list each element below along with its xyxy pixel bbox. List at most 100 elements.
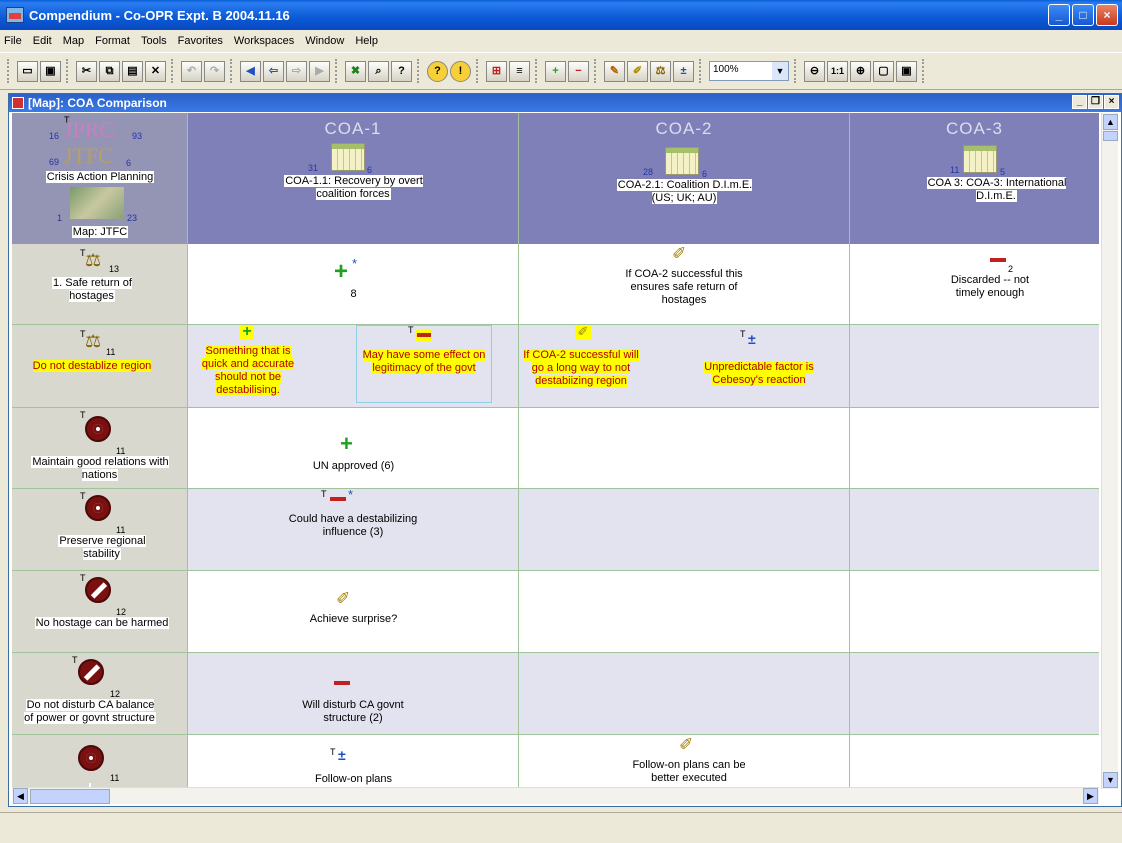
zoom-out-icon[interactable]: ⊖ xyxy=(804,60,825,82)
target-goal-icon[interactable] xyxy=(85,495,111,521)
toolbar-grip[interactable] xyxy=(230,59,235,83)
chevron-down-icon[interactable]: ▼ xyxy=(772,62,788,80)
note-node-icon[interactable]: ✐ xyxy=(336,589,350,609)
zoom-select[interactable]: 100% ▼ xyxy=(709,61,789,81)
pro-node-icon[interactable]: + xyxy=(340,433,353,455)
zoom-one-to-one-button[interactable]: 1:1 xyxy=(827,60,848,82)
toolbar-grip[interactable] xyxy=(335,59,340,83)
redo-icon[interactable]: ↷ xyxy=(204,60,225,82)
menu-file[interactable]: File xyxy=(4,35,22,47)
toolbar-grip[interactable] xyxy=(535,59,540,83)
jprc-logo[interactable]: JPRC xyxy=(64,117,114,143)
toolbar-grip[interactable] xyxy=(699,59,704,83)
save-icon[interactable]: ▣ xyxy=(40,60,61,82)
pro-node-icon[interactable]: + xyxy=(545,60,566,82)
no-entry-constraint-icon[interactable] xyxy=(78,659,104,685)
cut-icon[interactable]: ✂ xyxy=(76,60,97,82)
menu-map[interactable]: Map xyxy=(63,35,84,47)
scroll-left-icon[interactable]: ◀ xyxy=(13,788,28,804)
toolbar-grip[interactable] xyxy=(594,59,599,83)
list-node-icon[interactable]: ≡ xyxy=(509,60,530,82)
criterion-cell: 11 xyxy=(12,735,188,789)
zoom-in-icon[interactable]: ⊕ xyxy=(850,60,871,82)
menu-workspaces[interactable]: Workspaces xyxy=(234,35,294,47)
menu-favorites[interactable]: Favorites xyxy=(178,35,223,47)
search-icon[interactable]: ⌕ xyxy=(368,60,389,82)
menu-help[interactable]: Help xyxy=(355,35,378,47)
fit-page-icon[interactable]: ▢ xyxy=(873,60,894,82)
menu-tools[interactable]: Tools xyxy=(141,35,167,47)
help-pointer-icon[interactable]: ? xyxy=(391,60,412,82)
open-folder-icon[interactable]: ▭ xyxy=(17,60,38,82)
delete-icon[interactable]: ✕ xyxy=(145,60,166,82)
menu-format[interactable]: Format xyxy=(95,35,130,47)
toolbar-grip[interactable] xyxy=(171,59,176,83)
con-node-icon[interactable] xyxy=(416,329,432,341)
map-node-icon[interactable]: ⊞ xyxy=(486,60,507,82)
scroll-up-icon[interactable]: ▲ xyxy=(1103,114,1118,130)
target-goal-icon[interactable] xyxy=(85,416,111,442)
coa-3-discarded-note: Discarded -- not timely enough xyxy=(950,274,1030,299)
map-thumbnail-icon[interactable] xyxy=(70,187,124,219)
next-icon[interactable]: ⇨ xyxy=(286,60,307,82)
toolbar-grip[interactable] xyxy=(66,59,71,83)
map-restore-button[interactable]: ❐ xyxy=(1088,95,1103,109)
map-icon[interactable]: ✖ xyxy=(345,60,366,82)
focus-node-icon[interactable]: ▣ xyxy=(896,60,917,82)
maximize-button[interactable]: □ xyxy=(1072,4,1094,26)
note-node-icon[interactable]: ✐ xyxy=(627,60,648,82)
reference-node-icon[interactable]: ✎ xyxy=(604,60,625,82)
jtfc-logo[interactable]: JTFC xyxy=(64,143,113,169)
argument-node-icon[interactable]: ± xyxy=(673,60,694,82)
toolbar-grip[interactable] xyxy=(7,59,12,83)
horizontal-scroll-thumb[interactable] xyxy=(30,789,110,804)
decision-node-icon[interactable]: ⚖ xyxy=(85,331,101,352)
map-minimize-button[interactable]: _ xyxy=(1072,95,1087,109)
horizontal-scrollbar[interactable]: ◀ ▶ xyxy=(12,787,1099,804)
con-node-icon[interactable] xyxy=(330,497,346,501)
toolbar-grip[interactable] xyxy=(794,59,799,83)
scroll-right-icon[interactable]: ▶ xyxy=(1083,788,1098,804)
note-node-icon[interactable]: ✐ xyxy=(575,325,591,339)
note-label: Achieve surprise? xyxy=(309,613,398,625)
question-node-icon[interactable]: ? xyxy=(427,60,448,82)
copy-icon[interactable]: ⧉ xyxy=(99,60,120,82)
coa-3-node-icon[interactable] xyxy=(963,145,997,173)
decision-node-icon[interactable]: ⚖ xyxy=(650,60,671,82)
con-node-icon[interactable]: − xyxy=(568,60,589,82)
paste-icon[interactable]: ▤ xyxy=(122,60,143,82)
scroll-down-icon[interactable]: ▼ xyxy=(1103,772,1118,788)
undo-icon[interactable]: ↶ xyxy=(181,60,202,82)
pro-node-icon[interactable]: + xyxy=(334,260,348,284)
previous-icon[interactable]: ⇦ xyxy=(263,60,284,82)
coa-2-node-icon[interactable] xyxy=(665,147,699,175)
decision-node-icon[interactable]: ⚖ xyxy=(85,250,101,271)
matrix-cell: + Something that is quick and accurate s… xyxy=(188,324,519,407)
menu-window[interactable]: Window xyxy=(305,35,344,47)
forward-icon[interactable]: ▶ xyxy=(309,60,330,82)
matrix-cell xyxy=(519,408,850,488)
vertical-scroll-thumb[interactable] xyxy=(1103,131,1118,141)
con-node-icon[interactable] xyxy=(334,681,350,685)
minimize-button[interactable]: _ xyxy=(1048,4,1070,26)
con-node-icon[interactable] xyxy=(990,258,1006,262)
note-node-icon[interactable]: ✐ xyxy=(679,735,693,755)
toolbar-grip[interactable] xyxy=(476,59,481,83)
idea-node-icon[interactable]: ! xyxy=(450,60,471,82)
pro-count: 8 xyxy=(350,288,357,300)
back-icon[interactable]: ◀ xyxy=(240,60,261,82)
pro-node-icon[interactable]: + xyxy=(240,324,254,340)
argument-node-icon[interactable]: ± xyxy=(338,747,346,763)
no-entry-constraint-icon[interactable] xyxy=(85,577,111,603)
toolbar-grip[interactable] xyxy=(417,59,422,83)
vertical-scrollbar[interactable]: ▲ ▼ xyxy=(1101,113,1118,789)
target-goal-icon[interactable] xyxy=(78,745,104,771)
map-close-button[interactable]: × xyxy=(1104,95,1119,109)
argument-node-icon[interactable]: ± xyxy=(748,331,756,347)
close-button[interactable]: × xyxy=(1096,4,1118,26)
note-node-icon[interactable]: ✐ xyxy=(672,244,686,264)
coa-1-node-icon[interactable] xyxy=(331,143,365,171)
toolbar-grip[interactable] xyxy=(922,59,927,83)
criterion-label: No hostage can be harmed xyxy=(34,617,170,629)
menu-edit[interactable]: Edit xyxy=(33,35,52,47)
